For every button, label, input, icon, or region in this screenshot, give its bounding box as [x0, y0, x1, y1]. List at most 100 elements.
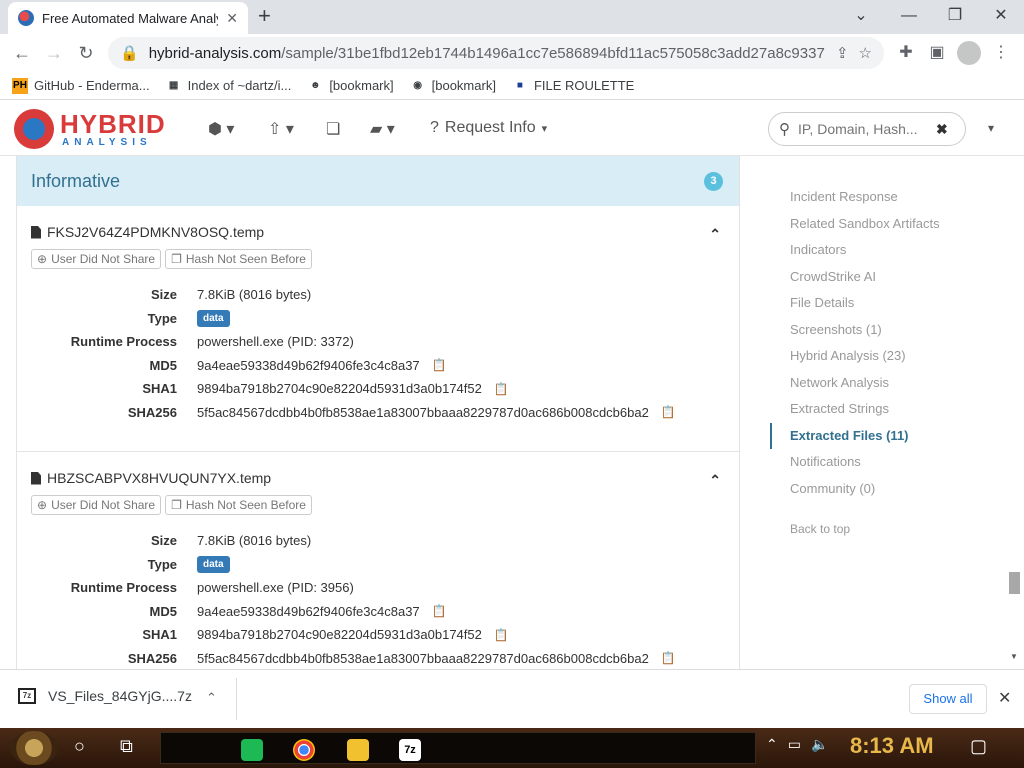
download-item[interactable]: 7z VS_Files_84GYjG....7z: [18, 688, 192, 704]
minimize-icon[interactable]: —: [886, 2, 932, 30]
clipboard-icon[interactable]: 📋: [432, 604, 447, 618]
back-to-top-link[interactable]: Back to top: [770, 522, 1000, 536]
hash-not-seen-tag[interactable]: ❐ Hash Not Seen Before: [165, 249, 312, 269]
bookmark-3[interactable]: ☻ [bookmark]: [307, 78, 394, 94]
browser-tab[interactable]: Free Automated Malware Analy ✕: [8, 2, 248, 34]
detail-row-sha256: SHA256 5f5ac84567dcdbb4b0fb8538ae1a83007b…: [31, 401, 725, 425]
profile-avatar[interactable]: [956, 40, 982, 66]
bookmark-github[interactable]: PH GitHub - Enderma...: [12, 77, 150, 94]
cortana-circle-icon[interactable]: ○: [74, 736, 85, 757]
extracted-file-2: HBZSCABPVX8HVUQUN7YX.temp ⌃ ⊕ User Did No…: [17, 452, 739, 669]
file-explorer-icon[interactable]: [347, 739, 369, 761]
sidebar-item-related-artifacts[interactable]: Related Sandbox Artifacts: [770, 211, 1000, 238]
cube-menu-icon[interactable]: ⬢ ▾: [208, 119, 234, 139]
close-window-icon[interactable]: ✕: [978, 2, 1024, 30]
hash-not-seen-tag[interactable]: ❐ Hash Not Seen Before: [165, 495, 312, 515]
close-downloads-icon[interactable]: ✕: [998, 688, 1011, 708]
clear-search-icon[interactable]: ✖: [936, 121, 948, 138]
show-all-button[interactable]: Show all: [909, 684, 987, 714]
back-arrow-icon[interactable]: ←: [6, 43, 38, 64]
bookmark-file-roulette[interactable]: ■ FILE ROULETTE: [512, 78, 634, 94]
sidebar-item-extracted-files[interactable]: Extracted Files (11): [770, 422, 1000, 449]
bookmark-star-icon[interactable]: ☆: [859, 44, 872, 62]
sidebar-item-network-analysis[interactable]: Network Analysis: [770, 370, 1000, 397]
sidebar-item-screenshots[interactable]: Screenshots (1): [770, 317, 1000, 344]
file-upload-menu-icon[interactable]: ⇧ ▾: [268, 119, 294, 139]
bookmark-label: [bookmark]: [431, 78, 496, 93]
avatar: [957, 40, 981, 65]
detail-row-type: Type data: [31, 553, 725, 577]
spreadsheet-app-icon[interactable]: [241, 739, 263, 761]
sidebar-item-incident-response[interactable]: Incident Response: [770, 184, 1000, 211]
logo-subtext: ANALYSIS: [62, 137, 152, 148]
chrome-icon[interactable]: [293, 739, 315, 761]
sidebar-item-file-details[interactable]: File Details: [770, 290, 1000, 317]
tray-chevron-icon[interactable]: ⌃: [766, 736, 778, 753]
reload-icon[interactable]: ↻: [70, 43, 102, 64]
network-icon[interactable]: ▭: [788, 736, 801, 753]
task-view-icon[interactable]: ⧉: [120, 736, 133, 757]
clipboard-icon[interactable]: 📋: [661, 651, 676, 665]
close-tab-icon[interactable]: ✕: [226, 10, 238, 27]
sidebar-item-extracted-strings[interactable]: Extracted Strings: [770, 396, 1000, 423]
detail-row-sha256: SHA256 5f5ac84567dcdbb4b0fb8538ae1a83007b…: [31, 647, 725, 670]
sha256-text[interactable]: 5f5ac84567dcdbb4b0fb8538ae1a83007bbaaa82…: [197, 651, 649, 666]
type-badge: data: [197, 555, 230, 573]
user-did-not-share-tag[interactable]: ⊕ User Did Not Share: [31, 495, 162, 515]
type-label: Type: [147, 310, 177, 326]
bookmark-index[interactable]: ▦ Index of ~dartz/i...: [166, 78, 291, 94]
user-did-not-share-tag[interactable]: ⊕ User Did Not Share: [31, 249, 162, 269]
sidebar-item-notifications[interactable]: Notifications: [770, 449, 1000, 476]
side-panel-icon[interactable]: ▣: [924, 40, 950, 66]
collapse-chevron-icon[interactable]: ⌃: [709, 226, 721, 243]
tab-search-chevron-icon[interactable]: ⌄: [838, 2, 884, 30]
file-icon: [31, 225, 41, 239]
bookmark-4[interactable]: ◉ [bookmark]: [410, 78, 496, 94]
clipboard-icon[interactable]: 📋: [494, 628, 509, 642]
file-tags: ⊕ User Did Not Share ❐ Hash Not Seen Befor…: [31, 495, 725, 515]
runtime-value: powershell.exe (PID: 3956): [197, 580, 354, 596]
sha256-text[interactable]: 5f5ac84567dcdbb4b0fb8538ae1a83007bbaaa82…: [197, 405, 649, 420]
collapse-chevron-icon[interactable]: ⌃: [709, 472, 721, 489]
sidebar-item-crowdstrike-ai[interactable]: CrowdStrike AI: [770, 264, 1000, 291]
clipboard-icon[interactable]: 📋: [661, 405, 676, 419]
sidebar-item-community[interactable]: Community (0): [770, 476, 1000, 503]
search-input[interactable]: [798, 121, 928, 137]
start-button[interactable]: [10, 731, 58, 765]
request-info-menu[interactable]: ? Request Info ▾: [430, 119, 547, 137]
new-tab-icon[interactable]: +: [258, 4, 271, 28]
header-caret-icon[interactable]: ▾: [988, 121, 994, 135]
lock-icon[interactable]: 🔒: [120, 44, 139, 62]
folder-menu-icon[interactable]: ▰ ▾: [370, 119, 395, 139]
md5-text[interactable]: 9a4eae59338d49b62f9406fe3c4c8a37: [197, 358, 420, 373]
taskbar-clock[interactable]: 8:13 AM: [850, 733, 934, 759]
url-text[interactable]: hybrid-analysis.com/sample/31be1fbd12eb1…: [149, 45, 826, 62]
sha1-text[interactable]: 9894ba7918b2704c90e82204d5931d3a0b174f52: [197, 627, 482, 642]
volume-muted-icon[interactable]: 🔈: [811, 736, 828, 753]
scroll-down-arrow-icon[interactable]: ▼: [1010, 652, 1018, 661]
forward-arrow-icon[interactable]: →: [38, 43, 70, 64]
address-bar[interactable]: 🔒 hybrid-analysis.com/sample/31be1fbd12e…: [108, 37, 884, 69]
md5-text[interactable]: 9a4eae59338d49b62f9406fe3c4c8a37: [197, 604, 420, 619]
scrollbar-thumb[interactable]: [1009, 572, 1020, 594]
clipboard-icon[interactable]: 📋: [494, 382, 509, 396]
sidebar-item-hybrid-analysis[interactable]: Hybrid Analysis (23): [770, 343, 1000, 370]
download-options-chevron-icon[interactable]: ⌃: [206, 690, 217, 706]
restore-icon[interactable]: ❐: [932, 2, 978, 30]
report-sidebar-nav: Incident Response Related Sandbox Artifa…: [770, 184, 1000, 536]
extensions-puzzle-icon[interactable]: ✚: [893, 40, 919, 66]
panel-header[interactable]: Informative 3: [17, 156, 739, 206]
sidebar-item-indicators[interactable]: Indicators: [770, 237, 1000, 264]
share-icon[interactable]: ⇪: [836, 44, 849, 62]
size-label: Size: [150, 287, 177, 303]
7zip-app-icon[interactable]: 7z: [399, 739, 421, 761]
clipboard-icon[interactable]: 📋: [432, 358, 447, 372]
menu-kebab-icon[interactable]: ⋮: [988, 40, 1014, 66]
hybrid-analysis-logo[interactable]: HYBRID ANALYSIS: [14, 109, 184, 149]
sha256-value: 5f5ac84567dcdbb4b0fb8538ae1a83007bbaaa82…: [197, 405, 676, 420]
notification-center-icon[interactable]: ▢: [970, 736, 987, 757]
sha1-text[interactable]: 9894ba7918b2704c90e82204d5931d3a0b174f52: [197, 381, 482, 396]
files-icon[interactable]: ❏: [326, 119, 340, 139]
bookmark-label: FILE ROULETTE: [533, 78, 635, 93]
runtime-value: powershell.exe (PID: 3372): [197, 334, 354, 350]
